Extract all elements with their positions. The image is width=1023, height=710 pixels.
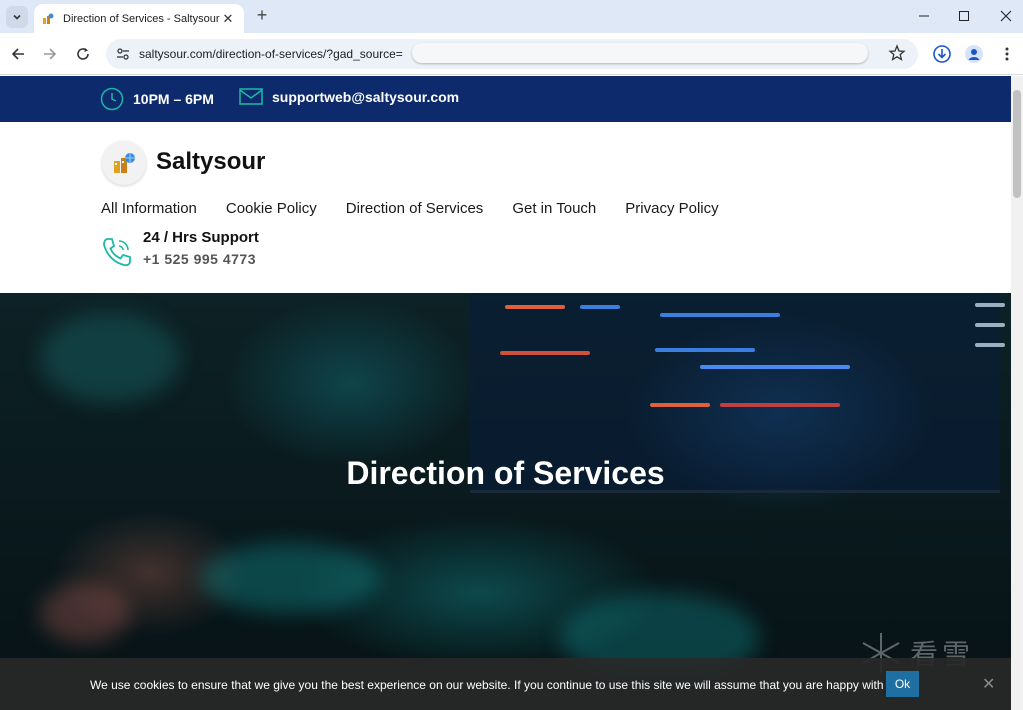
- hero-code-line: [655, 348, 755, 352]
- logo-buildings-icon: [114, 153, 135, 173]
- browser-tabstrip: Direction of Services - Saltysour ✕ +: [0, 0, 1023, 33]
- tab-close-icon[interactable]: ✕: [220, 11, 236, 27]
- site-logo[interactable]: [102, 141, 146, 185]
- tab-title: Direction of Services - Saltysour: [63, 12, 220, 25]
- tab-search-button[interactable]: [6, 6, 28, 28]
- reload-icon: [77, 48, 89, 60]
- hero-code-line: [700, 365, 850, 369]
- chevron-down-icon: [13, 14, 21, 20]
- reload-button[interactable]: [72, 43, 94, 65]
- maximize-icon: [959, 11, 969, 21]
- bookmark-star-icon[interactable]: [888, 44, 906, 62]
- phone-icon: [103, 238, 131, 267]
- hero-code-line: [580, 305, 620, 309]
- nav-item-get-in-touch[interactable]: Get in Touch: [512, 200, 596, 217]
- page-viewport: 10PM – 6PM supportweb@saltysour.com Salt…: [0, 76, 1011, 710]
- new-tab-button[interactable]: +: [252, 5, 272, 26]
- url-text: saltysour.com/direction-of-services/?gad…: [139, 47, 403, 61]
- hours-text: 10PM – 6PM: [133, 91, 214, 107]
- back-button[interactable]: [7, 43, 29, 65]
- cookie-ok-button[interactable]: Ok: [886, 671, 919, 697]
- browser-menu-button[interactable]: [996, 43, 1018, 65]
- email-info[interactable]: supportweb@saltysour.com: [239, 87, 459, 107]
- site-brand-name[interactable]: Saltysour: [156, 148, 265, 176]
- download-icon: [933, 45, 951, 63]
- hero-code-line: [505, 305, 565, 309]
- close-icon: [1000, 10, 1012, 22]
- hours-info: 10PM – 6PM: [100, 87, 214, 111]
- hero-code-line: [975, 303, 1005, 307]
- scrollbar-thumb[interactable]: [1013, 90, 1021, 198]
- main-navigation: All Information Cookie Policy Direction …: [101, 200, 748, 217]
- address-bar[interactable]: saltysour.com/direction-of-services/?gad…: [106, 39, 918, 69]
- page-scrollbar[interactable]: [1011, 76, 1023, 710]
- maximize-button[interactable]: [942, 4, 986, 28]
- site-favicon-icon: [43, 13, 54, 24]
- cookie-consent-bar: We use cookies to ensure that we give yo…: [0, 658, 1011, 710]
- hero-code-line: [500, 351, 590, 355]
- support-block: 24 / Hrs Support +1 525 995 4773: [100, 229, 259, 269]
- hero-code-line: [975, 323, 1005, 327]
- minimize-icon: [919, 15, 929, 17]
- cookie-message: We use cookies to ensure that we give yo…: [90, 678, 897, 692]
- profile-button[interactable]: [963, 43, 985, 65]
- site-info-icon[interactable]: [116, 47, 130, 61]
- browser-toolbar: saltysour.com/direction-of-services/?gad…: [0, 33, 1023, 75]
- page-title: Direction of Services: [346, 455, 665, 491]
- forward-button[interactable]: [39, 43, 61, 65]
- avatar-icon: [965, 45, 983, 63]
- arrow-left-icon: [11, 48, 24, 60]
- cookie-close-icon[interactable]: ✕: [982, 674, 995, 694]
- contact-topbar: 10PM – 6PM supportweb@saltysour.com: [0, 76, 1011, 122]
- hero-code-line: [720, 403, 840, 407]
- email-text[interactable]: supportweb@saltysour.com: [272, 89, 459, 105]
- clock-icon: [100, 87, 124, 111]
- support-phone[interactable]: +1 525 995 4773: [143, 251, 259, 267]
- arrow-right-icon: [44, 48, 57, 60]
- hero-blur-shape: [40, 313, 180, 403]
- hero-blur-shape: [40, 583, 130, 643]
- hero-code-line: [660, 313, 780, 317]
- browser-tab-active[interactable]: Direction of Services - Saltysour ✕: [34, 4, 244, 33]
- site-header: Saltysour All Information Cookie Policy …: [0, 122, 1011, 293]
- more-vertical-icon: [1005, 47, 1009, 61]
- nav-item-all-information[interactable]: All Information: [101, 200, 197, 217]
- url-redaction-overlay: [412, 43, 868, 63]
- support-label: 24 / Hrs Support: [143, 229, 259, 246]
- hero-blur-shape: [200, 543, 380, 613]
- minimize-button[interactable]: [902, 4, 946, 28]
- nav-item-cookie-policy[interactable]: Cookie Policy: [226, 200, 317, 217]
- nav-item-privacy-policy[interactable]: Privacy Policy: [625, 200, 718, 217]
- nav-item-direction-of-services[interactable]: Direction of Services: [346, 200, 484, 217]
- hero-code-line: [650, 403, 710, 407]
- downloads-button[interactable]: [931, 43, 953, 65]
- hero-code-line: [975, 343, 1005, 347]
- close-window-button[interactable]: [984, 4, 1023, 28]
- mail-icon: [239, 88, 263, 105]
